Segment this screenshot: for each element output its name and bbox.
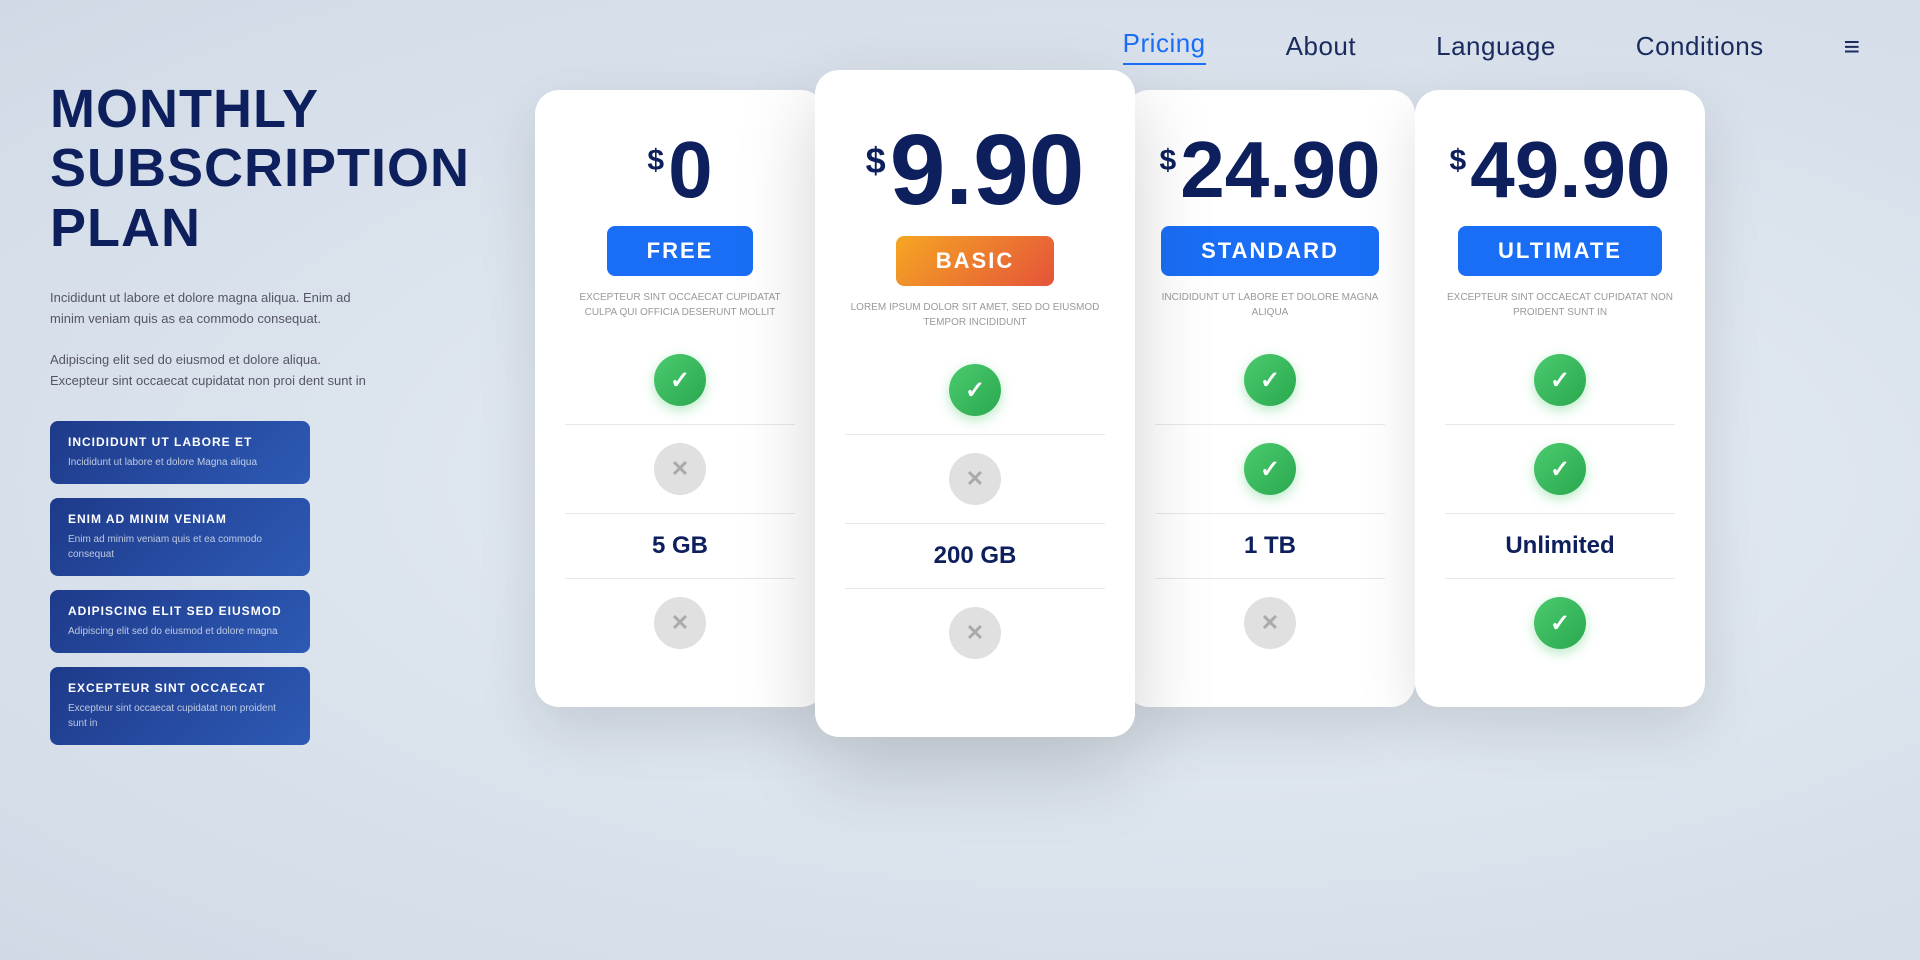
- check-icon-standard-1: [1244, 443, 1296, 495]
- feature-row-1: INCIDIDUNT UT LABORE ET Incididunt ut la…: [50, 421, 310, 484]
- card-features-ultimate: Unlimited: [1445, 336, 1675, 667]
- card-feature-row-free-2: 5 GB: [565, 514, 795, 579]
- plan-card-standard[interactable]: $24.90 STANDARD INCIDIDUNT UT LABORE ET DO…: [1125, 90, 1415, 707]
- hero-title: MONTHLY SUBSCRIPTION PLAN: [50, 80, 370, 258]
- hero-subtitle: Incididunt ut labore et dolore magna ali…: [50, 288, 370, 330]
- storage-text-free-2: 5 GB: [652, 532, 708, 560]
- cards-wrapper: $0 FREE EXCEPTEUR SINT OCCAECAT CUPIDATAT …: [535, 90, 1705, 717]
- card-feature-row-ultimate-2: Unlimited: [1445, 514, 1675, 579]
- storage-text-ultimate-2: Unlimited: [1505, 532, 1614, 560]
- card-feature-row-standard-3: [1155, 579, 1385, 667]
- card-feature-row-standard-0: [1155, 336, 1385, 425]
- cross-icon-basic-1: [949, 453, 1001, 505]
- price-amount-free: 0: [668, 130, 713, 210]
- feature-desc-1: Incididunt ut labore et dolore Magna ali…: [68, 455, 292, 470]
- plan-desc-standard: INCIDIDUNT UT LABORE ET DOLORE MAGNA ALI…: [1155, 290, 1385, 326]
- hero-section: MONTHLY SUBSCRIPTION PLAN Incididunt ut …: [50, 80, 370, 745]
- feature-title-2: ENIM AD MINIM VENIAM: [68, 512, 292, 526]
- feature-desc-2: Enim ad minim veniam quis et ea commodo …: [68, 532, 292, 562]
- plan-desc-basic: LOREM IPSUM DOLOR SIT AMET, SED DO EIUSM…: [845, 300, 1105, 336]
- feature-rows: INCIDIDUNT UT LABORE ET Incididunt ut la…: [50, 421, 370, 745]
- card-feature-row-standard-1: [1155, 425, 1385, 514]
- price-area-free: $0: [647, 130, 712, 210]
- feature-title-4: EXCEPTEUR SINT OCCAECAT: [68, 681, 292, 695]
- price-area-standard: $24.90: [1160, 130, 1381, 210]
- pricing-section: $0 FREE EXCEPTEUR SINT OCCAECAT CUPIDATAT …: [360, 80, 1880, 717]
- plan-card-free[interactable]: $0 FREE EXCEPTEUR SINT OCCAECAT CUPIDATAT …: [535, 90, 825, 707]
- cross-icon-basic-3: [949, 607, 1001, 659]
- check-icon-ultimate-1: [1534, 443, 1586, 495]
- card-feature-row-basic-3: [845, 589, 1105, 677]
- feature-title-1: INCIDIDUNT UT LABORE ET: [68, 435, 292, 449]
- hero-subtitle2: Adipiscing elit sed do eiusmod et dolore…: [50, 350, 370, 392]
- plan-label-free[interactable]: FREE: [607, 226, 754, 276]
- card-feature-row-free-3: [565, 579, 795, 667]
- check-icon-free-0: [654, 354, 706, 406]
- card-feature-row-ultimate-3: [1445, 579, 1675, 667]
- card-feature-row-basic-1: [845, 435, 1105, 524]
- check-icon-ultimate-3: [1534, 597, 1586, 649]
- price-area-ultimate: $49.90: [1450, 130, 1671, 210]
- nav-conditions[interactable]: Conditions: [1636, 31, 1764, 62]
- plan-desc-free: EXCEPTEUR SINT OCCAECAT CUPIDATAT CULPA …: [565, 290, 795, 326]
- price-amount-standard: 24.90: [1180, 130, 1380, 210]
- card-features-standard: 1 TB: [1155, 336, 1385, 667]
- feature-row-4: EXCEPTEUR SINT OCCAECAT Excepteur sint o…: [50, 667, 310, 745]
- card-feature-row-free-1: [565, 425, 795, 514]
- plan-desc-ultimate: EXCEPTEUR SINT OCCAECAT CUPIDATAT NON PR…: [1445, 290, 1675, 326]
- menu-icon[interactable]: ≡: [1844, 31, 1860, 63]
- check-icon-basic-0: [949, 364, 1001, 416]
- feature-row-3: ADIPISCING ELIT SED EIUSMOD Adipiscing e…: [50, 590, 310, 653]
- card-feature-row-free-0: [565, 336, 795, 425]
- storage-text-standard-2: 1 TB: [1244, 532, 1296, 560]
- price-dollar-basic: $: [866, 140, 886, 182]
- price-dollar-free: $: [647, 144, 664, 178]
- plan-label-basic[interactable]: BASIC: [896, 236, 1054, 286]
- price-area-basic: $9.90: [866, 120, 1085, 220]
- plan-label-ultimate[interactable]: ULTIMATE: [1458, 226, 1662, 276]
- card-features-basic: 200 GB: [845, 346, 1105, 677]
- storage-text-basic-2: 200 GB: [934, 542, 1017, 570]
- plan-card-basic[interactable]: $9.90 BASIC LOREM IPSUM DOLOR SIT AMET, SE…: [815, 70, 1135, 737]
- feature-row-2: ENIM AD MINIM VENIAM Enim ad minim venia…: [50, 498, 310, 576]
- price-amount-ultimate: 49.90: [1470, 130, 1670, 210]
- navigation: Pricing About Language Conditions ≡: [0, 0, 1920, 65]
- price-dollar-ultimate: $: [1450, 144, 1467, 178]
- feature-title-3: ADIPISCING ELIT SED EIUSMOD: [68, 604, 292, 618]
- feature-desc-4: Excepteur sint occaecat cupidatat non pr…: [68, 701, 292, 731]
- card-feature-row-basic-0: [845, 346, 1105, 435]
- cross-icon-standard-3: [1244, 597, 1296, 649]
- nav-pricing[interactable]: Pricing: [1123, 28, 1206, 65]
- cross-icon-free-1: [654, 443, 706, 495]
- plan-label-standard[interactable]: STANDARD: [1161, 226, 1379, 276]
- check-icon-ultimate-0: [1534, 354, 1586, 406]
- price-amount-basic: 9.90: [890, 120, 1085, 220]
- nav-about[interactable]: About: [1286, 31, 1356, 62]
- cross-icon-free-3: [654, 597, 706, 649]
- card-feature-row-ultimate-1: [1445, 425, 1675, 514]
- check-icon-standard-0: [1244, 354, 1296, 406]
- card-feature-row-standard-2: 1 TB: [1155, 514, 1385, 579]
- price-dollar-standard: $: [1160, 144, 1177, 178]
- card-feature-row-basic-2: 200 GB: [845, 524, 1105, 589]
- plan-card-ultimate[interactable]: $49.90 ULTIMATE EXCEPTEUR SINT OCCAECAT CU…: [1415, 90, 1705, 707]
- card-feature-row-ultimate-0: [1445, 336, 1675, 425]
- nav-language[interactable]: Language: [1436, 31, 1556, 62]
- card-features-free: 5 GB: [565, 336, 795, 667]
- feature-desc-3: Adipiscing elit sed do eiusmod et dolore…: [68, 624, 292, 639]
